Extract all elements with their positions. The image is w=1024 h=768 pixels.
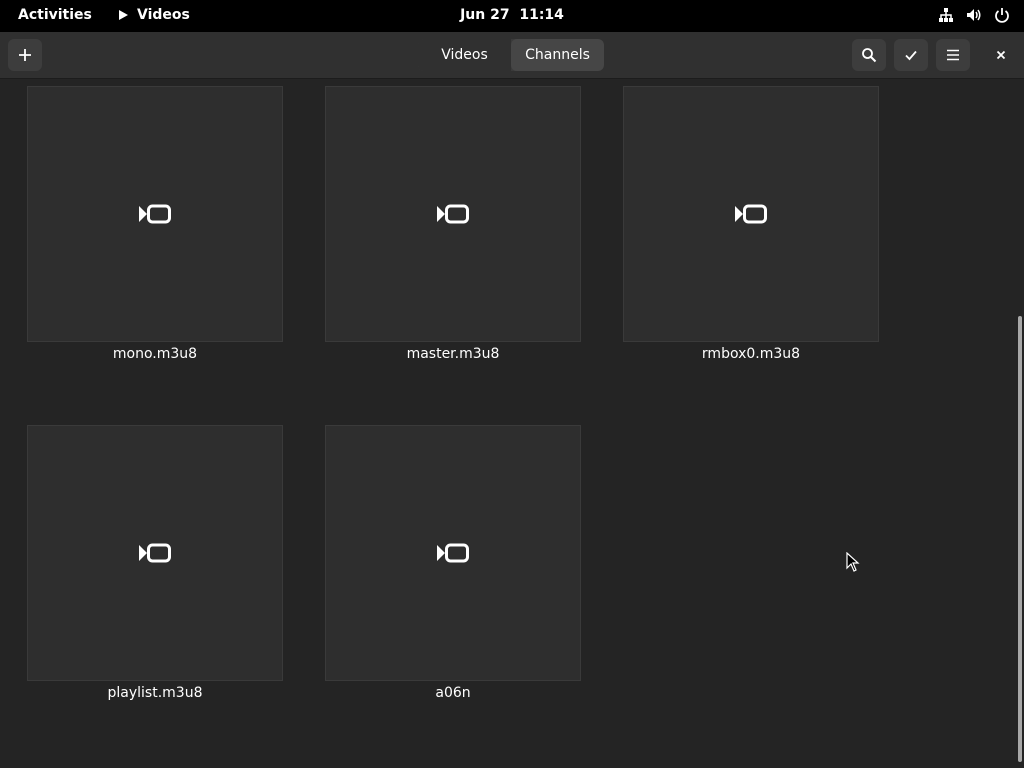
close-button[interactable] — [984, 39, 1018, 71]
video-item[interactable]: mono.m3u8 — [27, 86, 283, 362]
search-button[interactable] — [852, 39, 886, 71]
video-camera-icon — [735, 204, 767, 224]
video-thumbnail[interactable] — [27, 425, 283, 681]
video-thumbnail[interactable] — [27, 86, 283, 342]
video-camera-icon — [139, 543, 171, 563]
tab-videos[interactable]: Videos — [418, 39, 511, 71]
mouse-pointer-icon — [846, 552, 860, 572]
clock[interactable]: Jun 27 11:14 — [460, 7, 564, 23]
volume-icon — [967, 9, 981, 21]
video-title: master.m3u8 — [406, 346, 500, 362]
activities-button[interactable]: Activities — [18, 7, 92, 23]
video-title: rmbox0.m3u8 — [701, 346, 801, 362]
video-thumbnail[interactable] — [325, 86, 581, 342]
video-title: playlist.m3u8 — [107, 685, 203, 701]
add-button[interactable] — [8, 39, 42, 71]
system-tray[interactable] — [938, 7, 1010, 23]
video-camera-icon — [437, 204, 469, 224]
video-camera-icon — [139, 204, 171, 224]
app-menu-label: Videos — [137, 7, 190, 23]
vertical-scrollbar[interactable] — [1018, 316, 1022, 762]
main-menu-button[interactable] — [936, 39, 970, 71]
video-thumbnail[interactable] — [325, 425, 581, 681]
video-item[interactable]: playlist.m3u8 — [27, 425, 283, 701]
video-title: mono.m3u8 — [112, 346, 198, 362]
tab-channels[interactable]: Channels — [511, 39, 604, 71]
video-item[interactable]: rmbox0.m3u8 — [623, 86, 879, 362]
close-icon — [996, 50, 1006, 60]
hamburger-menu-icon — [947, 49, 959, 61]
video-title: a06n — [435, 685, 471, 701]
shell-topbar: Activities Videos Jun 27 11:14 — [0, 0, 1024, 32]
view-switcher: Videos Channels — [418, 39, 604, 71]
video-camera-icon — [437, 543, 469, 563]
video-thumbnail[interactable] — [623, 86, 879, 342]
app-menu[interactable]: Videos — [117, 7, 190, 23]
search-icon — [862, 48, 877, 63]
headerbar: Videos Channels — [0, 32, 1024, 79]
checkmark-icon — [905, 50, 917, 61]
select-button[interactable] — [894, 39, 928, 71]
play-icon — [119, 10, 128, 20]
plus-icon — [19, 49, 31, 61]
network-icon — [939, 8, 953, 22]
power-icon — [995, 8, 1009, 23]
video-item[interactable]: master.m3u8 — [325, 86, 581, 362]
video-item[interactable]: a06n — [325, 425, 581, 701]
video-grid: mono.m3u8 master.m3u8 rmbox0.m3u8 playli… — [0, 80, 1024, 768]
